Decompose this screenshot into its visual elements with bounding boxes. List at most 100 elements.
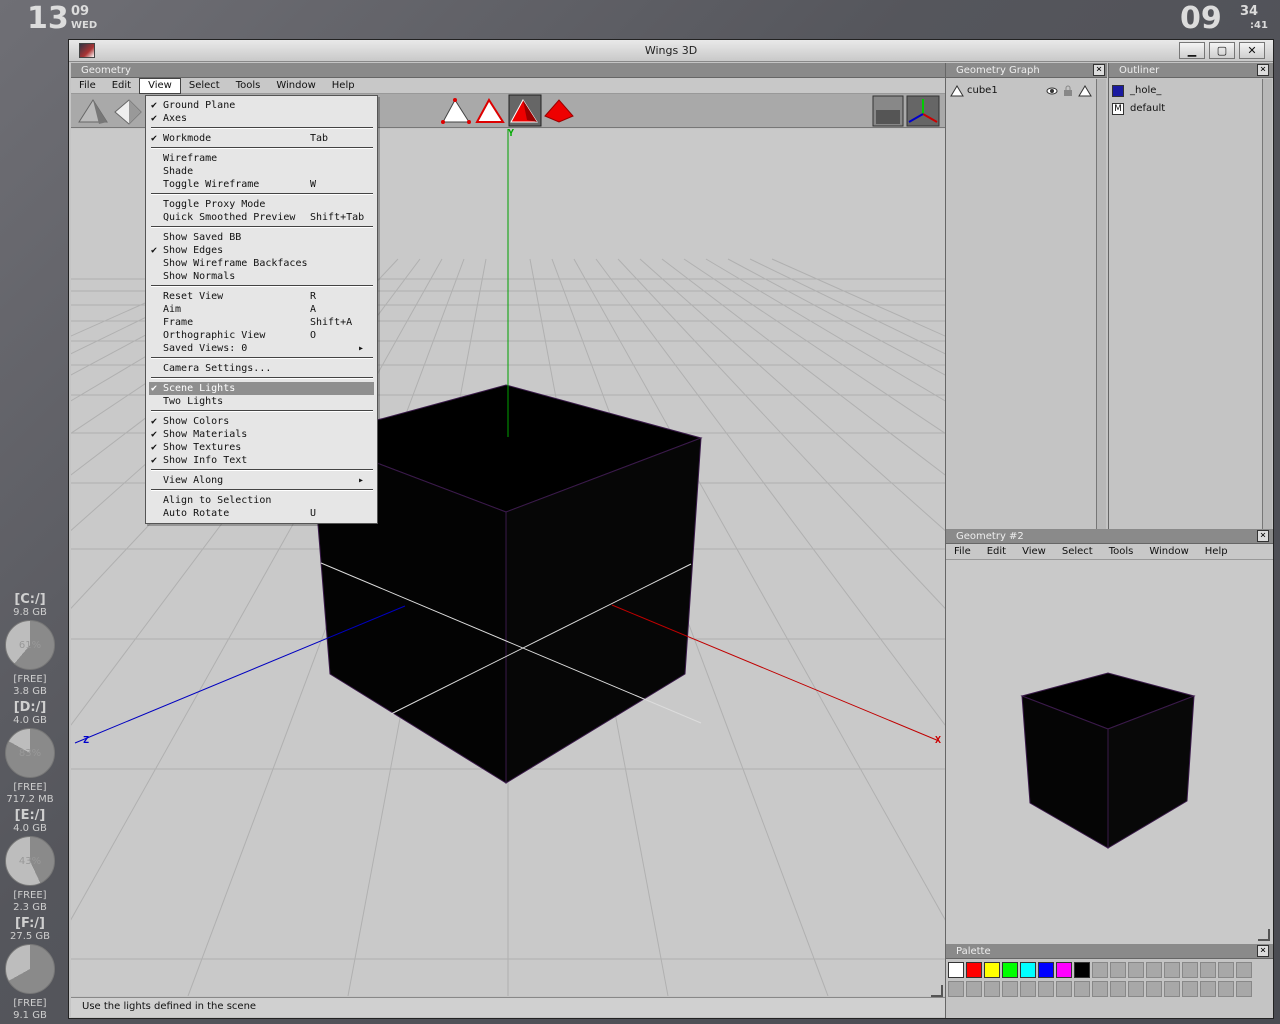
geometry2-menu-window[interactable]: Window bbox=[1141, 544, 1196, 560]
palette-swatch[interactable] bbox=[1038, 981, 1054, 997]
view-menu-item-saved-views-0[interactable]: Saved Views: 0 ▸ bbox=[149, 342, 374, 355]
object-name[interactable]: cube1 bbox=[967, 85, 998, 96]
view-menu-item-shade[interactable]: Shade bbox=[149, 165, 374, 178]
palette-swatch[interactable] bbox=[984, 962, 1000, 978]
window-titlebar[interactable]: Wings 3D ▁ ▢ ✕ bbox=[69, 40, 1273, 62]
palette-swatch[interactable] bbox=[1146, 981, 1162, 997]
palette-close-icon[interactable]: × bbox=[1257, 945, 1269, 957]
view-menu-item-axes[interactable]: ✔ Axes bbox=[149, 112, 374, 125]
palette-swatch[interactable] bbox=[966, 981, 982, 997]
palette-swatch[interactable] bbox=[1236, 962, 1252, 978]
lock-icon[interactable] bbox=[1063, 85, 1073, 97]
palette-swatch[interactable] bbox=[1020, 962, 1036, 978]
palette-swatch[interactable] bbox=[1110, 962, 1126, 978]
palette-swatch[interactable] bbox=[1182, 962, 1198, 978]
palette-swatch[interactable] bbox=[1002, 962, 1018, 978]
geometry-graph-scrollbar[interactable] bbox=[1096, 79, 1106, 529]
outliner-close-icon[interactable]: × bbox=[1257, 64, 1269, 76]
view-menu-item-ground-plane[interactable]: ✔ Ground Plane bbox=[149, 99, 374, 112]
minimize-button[interactable]: ▁ bbox=[1179, 42, 1205, 59]
outliner-scrollbar[interactable] bbox=[1262, 79, 1272, 529]
view-menu-item-reset-view[interactable]: Reset View R bbox=[149, 290, 374, 303]
view-menu-item-show-colors[interactable]: ✔ Show Colors bbox=[149, 415, 374, 428]
outliner-item[interactable]: _hole_ bbox=[1109, 83, 1254, 99]
palette-swatch[interactable] bbox=[1182, 981, 1198, 997]
palette-swatch[interactable] bbox=[1128, 981, 1144, 997]
view-menu-item-scene-lights[interactable]: ✔ Scene Lights bbox=[149, 382, 374, 395]
palette-swatch[interactable] bbox=[1236, 981, 1252, 997]
view-menu-item-auto-rotate[interactable]: Auto Rotate U bbox=[149, 507, 374, 520]
view-menu-item-frame[interactable]: Frame Shift+A bbox=[149, 316, 374, 329]
view-menu-item-view-along[interactable]: View Along ▸ bbox=[149, 474, 374, 487]
axes-toggle-icon[interactable] bbox=[906, 95, 940, 127]
view-menu-item-toggle-wireframe[interactable]: Toggle Wireframe W bbox=[149, 178, 374, 191]
geometry2-menu-edit[interactable]: Edit bbox=[979, 544, 1014, 560]
body-select-icon[interactable] bbox=[544, 99, 574, 123]
geometry2-menu-help[interactable]: Help bbox=[1197, 544, 1236, 560]
view-menu-item-toggle-proxy-mode[interactable]: Toggle Proxy Mode bbox=[149, 198, 374, 211]
geometry-menu-window[interactable]: Window bbox=[268, 78, 323, 94]
view-menu-item-show-edges[interactable]: ✔ Show Edges bbox=[149, 244, 374, 257]
palette-swatch[interactable] bbox=[1218, 981, 1234, 997]
view-menu-item-show-materials[interactable]: ✔ Show Materials bbox=[149, 428, 374, 441]
edge-select-icon[interactable] bbox=[475, 98, 505, 123]
geometry2-menu-view[interactable]: View bbox=[1014, 544, 1054, 560]
geometry2-menu-tools[interactable]: Tools bbox=[1101, 544, 1142, 560]
geometry-menu-select[interactable]: Select bbox=[181, 78, 228, 94]
resize-grip-icon[interactable] bbox=[931, 985, 943, 997]
palette-swatch[interactable] bbox=[1164, 981, 1180, 997]
geometry2-menu-file[interactable]: File bbox=[946, 544, 979, 560]
maximize-button[interactable]: ▢ bbox=[1209, 42, 1235, 59]
view-menu-item-show-normals[interactable]: Show Normals bbox=[149, 270, 374, 283]
geometry-graph-row[interactable]: cube1 bbox=[948, 83, 1093, 99]
outliner-item[interactable]: M default bbox=[1109, 101, 1254, 117]
view-menu-item-camera-settings[interactable]: Camera Settings... bbox=[149, 362, 374, 375]
view-menu-item-show-wireframe-backfaces[interactable]: Show Wireframe Backfaces bbox=[149, 257, 374, 270]
palette-swatch[interactable] bbox=[1128, 962, 1144, 978]
palette-swatch[interactable] bbox=[1038, 962, 1054, 978]
geometry-menu-file[interactable]: File bbox=[71, 78, 104, 94]
geometry-graph-close-icon[interactable]: × bbox=[1093, 64, 1105, 76]
eye-icon[interactable] bbox=[1046, 86, 1058, 96]
view-menu-item-show-textures[interactable]: ✔ Show Textures bbox=[149, 441, 374, 454]
flat-shade-icon[interactable] bbox=[114, 99, 142, 125]
palette-swatch[interactable] bbox=[1020, 981, 1036, 997]
palette-swatch[interactable] bbox=[1200, 981, 1216, 997]
view-menu-item-two-lights[interactable]: Two Lights bbox=[149, 395, 374, 408]
view-menu-item-aim[interactable]: Aim A bbox=[149, 303, 374, 316]
view-menu-item-show-saved-bb[interactable]: Show Saved BB bbox=[149, 231, 374, 244]
geometry-menu-edit[interactable]: Edit bbox=[104, 78, 139, 94]
palette-swatch[interactable] bbox=[1110, 981, 1126, 997]
wire-toggle-icon[interactable] bbox=[1078, 85, 1092, 97]
geometry2-viewport[interactable] bbox=[946, 561, 1272, 941]
geometry2-close-icon[interactable]: × bbox=[1257, 530, 1269, 542]
palette-swatch[interactable] bbox=[1092, 981, 1108, 997]
geometry-menu-tools[interactable]: Tools bbox=[228, 78, 269, 94]
palette-swatch[interactable] bbox=[948, 962, 964, 978]
palette-swatch[interactable] bbox=[1056, 962, 1072, 978]
palette-swatch[interactable] bbox=[1074, 962, 1090, 978]
close-button[interactable]: ✕ bbox=[1239, 42, 1265, 59]
geometry2-menu-select[interactable]: Select bbox=[1054, 544, 1101, 560]
palette-swatch[interactable] bbox=[1056, 981, 1072, 997]
palette-swatch[interactable] bbox=[1164, 962, 1180, 978]
view-menu-item-show-info-text[interactable]: ✔ Show Info Text bbox=[149, 454, 374, 467]
view-menu-item-quick-smoothed-preview[interactable]: Quick Smoothed Preview Shift+Tab bbox=[149, 211, 374, 224]
view-menu-item-align-to-selection[interactable]: Align to Selection bbox=[149, 494, 374, 507]
geometry-menu-help[interactable]: Help bbox=[324, 78, 363, 94]
palette-swatch[interactable] bbox=[1092, 962, 1108, 978]
palette-swatch[interactable] bbox=[966, 962, 982, 978]
palette-swatch[interactable] bbox=[984, 981, 1000, 997]
palette-swatch[interactable] bbox=[1218, 962, 1234, 978]
palette-swatch[interactable] bbox=[1074, 981, 1090, 997]
palette-swatch[interactable] bbox=[1002, 981, 1018, 997]
view-menu-item-wireframe[interactable]: Wireframe bbox=[149, 152, 374, 165]
ground-plane-toggle-icon[interactable] bbox=[872, 95, 904, 127]
palette-swatch[interactable] bbox=[1146, 962, 1162, 978]
geometry-menu-view[interactable]: View bbox=[139, 78, 181, 94]
resize-grip-icon[interactable] bbox=[1258, 929, 1270, 941]
palette-swatch[interactable] bbox=[1200, 962, 1216, 978]
view-menu-item-workmode[interactable]: ✔ Workmode Tab bbox=[149, 132, 374, 145]
vertex-select-icon[interactable] bbox=[441, 98, 471, 124]
view-menu-item-orthographic-view[interactable]: Orthographic View O bbox=[149, 329, 374, 342]
